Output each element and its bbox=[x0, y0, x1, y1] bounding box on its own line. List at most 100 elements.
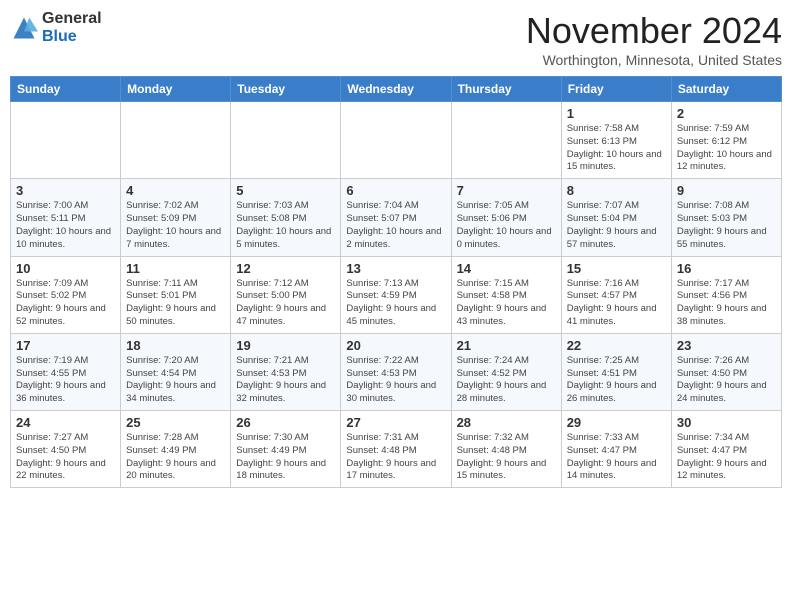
calendar-cell: 9 Sunrise: 7:08 AM Sunset: 5:03 PM Daylig… bbox=[671, 179, 781, 256]
calendar-cell: 20 Sunrise: 7:22 AM Sunset: 4:53 PM Dayli… bbox=[341, 333, 451, 410]
calendar-cell: 3Sunrise: 7:00 AM Sunset: 5:11 PM Daylig… bbox=[11, 179, 121, 256]
day-info: Sunrise: 7:58 AM Sunset: 6:13 PM Dayligh… bbox=[567, 123, 666, 174]
calendar-cell: 17 Sunrise: 7:19 AM Sunset: 4:55 PM Dayli… bbox=[11, 333, 121, 410]
location-text: Worthington, Minnesota, United States bbox=[526, 52, 782, 68]
day-info: Sunrise: 7:08 AM Sunset: 5:03 PM Dayligh… bbox=[677, 200, 776, 251]
day-info: Sunrise: 7:05 AM Sunset: 5:06 PM Dayligh… bbox=[457, 200, 556, 251]
day-info: Sunrise: 7:34 AM Sunset: 4:47 PM Dayligh… bbox=[677, 432, 776, 483]
month-title: November 2024 bbox=[526, 10, 782, 52]
calendar-cell: 14 Sunrise: 7:15 AM Sunset: 4:58 PM Dayli… bbox=[451, 256, 561, 333]
day-info: Sunrise: 7:00 AM Sunset: 5:11 PM Dayligh… bbox=[16, 200, 115, 251]
calendar-cell: 28 Sunrise: 7:32 AM Sunset: 4:48 PM Dayli… bbox=[451, 411, 561, 488]
weekday-header: Tuesday bbox=[231, 77, 341, 102]
calendar-cell bbox=[341, 102, 451, 179]
calendar-week-row: 24 Sunrise: 7:27 AM Sunset: 4:50 PM Dayli… bbox=[11, 411, 782, 488]
day-number: 6 bbox=[346, 183, 445, 198]
day-info: Sunrise: 7:07 AM Sunset: 5:04 PM Dayligh… bbox=[567, 200, 666, 251]
day-number: 25 bbox=[126, 415, 225, 430]
day-number: 9 bbox=[677, 183, 776, 198]
calendar-cell: 26Sunrise: 7:30 AM Sunset: 4:49 PM Dayli… bbox=[231, 411, 341, 488]
calendar-body: 1 Sunrise: 7:58 AM Sunset: 6:13 PM Daylig… bbox=[11, 102, 782, 488]
day-number: 4 bbox=[126, 183, 225, 198]
calendar-cell bbox=[231, 102, 341, 179]
calendar-week-row: 10Sunrise: 7:09 AM Sunset: 5:02 PM Dayli… bbox=[11, 256, 782, 333]
day-number: 23 bbox=[677, 338, 776, 353]
day-info: Sunrise: 7:32 AM Sunset: 4:48 PM Dayligh… bbox=[457, 432, 556, 483]
page-header: General Blue November 2024 Worthington, … bbox=[10, 10, 782, 68]
day-info: Sunrise: 7:25 AM Sunset: 4:51 PM Dayligh… bbox=[567, 355, 666, 406]
day-number: 30 bbox=[677, 415, 776, 430]
calendar-week-row: 17 Sunrise: 7:19 AM Sunset: 4:55 PM Dayli… bbox=[11, 333, 782, 410]
calendar-cell: 2Sunrise: 7:59 AM Sunset: 6:12 PM Daylig… bbox=[671, 102, 781, 179]
day-number: 28 bbox=[457, 415, 556, 430]
day-info: Sunrise: 7:13 AM Sunset: 4:59 PM Dayligh… bbox=[346, 278, 445, 329]
day-info: Sunrise: 7:16 AM Sunset: 4:57 PM Dayligh… bbox=[567, 278, 666, 329]
calendar-header-row: SundayMondayTuesdayWednesdayThursdayFrid… bbox=[11, 77, 782, 102]
logo-icon bbox=[10, 14, 38, 42]
day-info: Sunrise: 7:26 AM Sunset: 4:50 PM Dayligh… bbox=[677, 355, 776, 406]
day-number: 8 bbox=[567, 183, 666, 198]
calendar-cell: 18 Sunrise: 7:20 AM Sunset: 4:54 PM Dayli… bbox=[121, 333, 231, 410]
day-number: 18 bbox=[126, 338, 225, 353]
calendar-cell: 27 Sunrise: 7:31 AM Sunset: 4:48 PM Dayli… bbox=[341, 411, 451, 488]
day-number: 12 bbox=[236, 261, 335, 276]
day-info: Sunrise: 7:27 AM Sunset: 4:50 PM Dayligh… bbox=[16, 432, 115, 483]
calendar-cell: 7Sunrise: 7:05 AM Sunset: 5:06 PM Daylig… bbox=[451, 179, 561, 256]
day-number: 5 bbox=[236, 183, 335, 198]
calendar-cell: 22 Sunrise: 7:25 AM Sunset: 4:51 PM Dayli… bbox=[561, 333, 671, 410]
day-info: Sunrise: 7:19 AM Sunset: 4:55 PM Dayligh… bbox=[16, 355, 115, 406]
calendar-cell: 15 Sunrise: 7:16 AM Sunset: 4:57 PM Dayli… bbox=[561, 256, 671, 333]
day-info: Sunrise: 7:33 AM Sunset: 4:47 PM Dayligh… bbox=[567, 432, 666, 483]
day-number: 14 bbox=[457, 261, 556, 276]
day-number: 19 bbox=[236, 338, 335, 353]
calendar-cell: 29 Sunrise: 7:33 AM Sunset: 4:47 PM Dayli… bbox=[561, 411, 671, 488]
calendar-cell: 13 Sunrise: 7:13 AM Sunset: 4:59 PM Dayli… bbox=[341, 256, 451, 333]
calendar-cell: 12 Sunrise: 7:12 AM Sunset: 5:00 PM Dayli… bbox=[231, 256, 341, 333]
calendar-cell: 30 Sunrise: 7:34 AM Sunset: 4:47 PM Dayli… bbox=[671, 411, 781, 488]
day-number: 20 bbox=[346, 338, 445, 353]
day-info: Sunrise: 7:24 AM Sunset: 4:52 PM Dayligh… bbox=[457, 355, 556, 406]
day-info: Sunrise: 7:31 AM Sunset: 4:48 PM Dayligh… bbox=[346, 432, 445, 483]
day-info: Sunrise: 7:20 AM Sunset: 4:54 PM Dayligh… bbox=[126, 355, 225, 406]
day-info: Sunrise: 7:17 AM Sunset: 4:56 PM Dayligh… bbox=[677, 278, 776, 329]
logo: General Blue bbox=[10, 10, 102, 45]
day-number: 2 bbox=[677, 106, 776, 121]
day-number: 26 bbox=[236, 415, 335, 430]
day-number: 21 bbox=[457, 338, 556, 353]
calendar-cell: 25Sunrise: 7:28 AM Sunset: 4:49 PM Dayli… bbox=[121, 411, 231, 488]
day-number: 29 bbox=[567, 415, 666, 430]
day-number: 22 bbox=[567, 338, 666, 353]
calendar-cell: 5 Sunrise: 7:03 AM Sunset: 5:08 PM Daylig… bbox=[231, 179, 341, 256]
calendar-cell: 4 Sunrise: 7:02 AM Sunset: 5:09 PM Daylig… bbox=[121, 179, 231, 256]
calendar-cell: 19 Sunrise: 7:21 AM Sunset: 4:53 PM Dayli… bbox=[231, 333, 341, 410]
calendar-week-row: 3Sunrise: 7:00 AM Sunset: 5:11 PM Daylig… bbox=[11, 179, 782, 256]
day-number: 11 bbox=[126, 261, 225, 276]
day-number: 24 bbox=[16, 415, 115, 430]
calendar-cell: 24 Sunrise: 7:27 AM Sunset: 4:50 PM Dayli… bbox=[11, 411, 121, 488]
calendar-cell bbox=[11, 102, 121, 179]
calendar-cell: 16 Sunrise: 7:17 AM Sunset: 4:56 PM Dayli… bbox=[671, 256, 781, 333]
day-number: 1 bbox=[567, 106, 666, 121]
calendar-cell: 1 Sunrise: 7:58 AM Sunset: 6:13 PM Daylig… bbox=[561, 102, 671, 179]
day-number: 16 bbox=[677, 261, 776, 276]
day-number: 17 bbox=[16, 338, 115, 353]
day-info: Sunrise: 7:03 AM Sunset: 5:08 PM Dayligh… bbox=[236, 200, 335, 251]
day-info: Sunrise: 7:02 AM Sunset: 5:09 PM Dayligh… bbox=[126, 200, 225, 251]
calendar-table: SundayMondayTuesdayWednesdayThursdayFrid… bbox=[10, 76, 782, 488]
weekday-header: Thursday bbox=[451, 77, 561, 102]
day-info: Sunrise: 7:21 AM Sunset: 4:53 PM Dayligh… bbox=[236, 355, 335, 406]
weekday-header: Saturday bbox=[671, 77, 781, 102]
day-number: 27 bbox=[346, 415, 445, 430]
day-number: 13 bbox=[346, 261, 445, 276]
day-info: Sunrise: 7:22 AM Sunset: 4:53 PM Dayligh… bbox=[346, 355, 445, 406]
day-number: 15 bbox=[567, 261, 666, 276]
calendar-cell: 8 Sunrise: 7:07 AM Sunset: 5:04 PM Daylig… bbox=[561, 179, 671, 256]
calendar-week-row: 1 Sunrise: 7:58 AM Sunset: 6:13 PM Daylig… bbox=[11, 102, 782, 179]
calendar-cell: 6Sunrise: 7:04 AM Sunset: 5:07 PM Daylig… bbox=[341, 179, 451, 256]
weekday-header: Sunday bbox=[11, 77, 121, 102]
day-info: Sunrise: 7:15 AM Sunset: 4:58 PM Dayligh… bbox=[457, 278, 556, 329]
calendar-cell bbox=[121, 102, 231, 179]
weekday-header: Friday bbox=[561, 77, 671, 102]
title-block: November 2024 Worthington, Minnesota, Un… bbox=[526, 10, 782, 68]
day-info: Sunrise: 7:12 AM Sunset: 5:00 PM Dayligh… bbox=[236, 278, 335, 329]
